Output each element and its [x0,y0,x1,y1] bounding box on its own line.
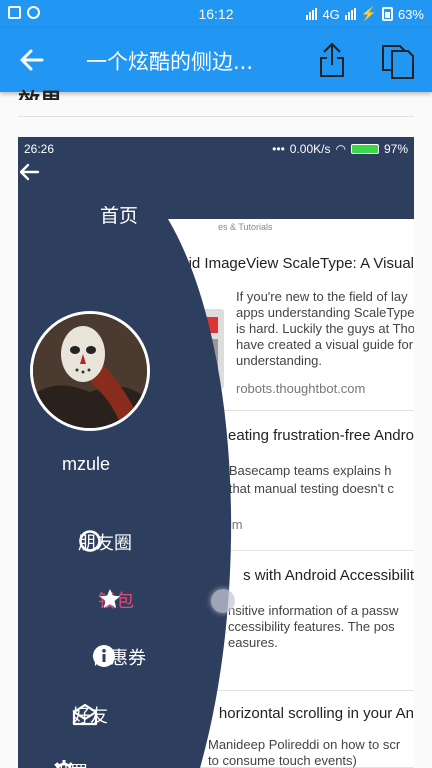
avatar-image [33,314,147,428]
card-line: apps understanding ScaleType [236,305,414,320]
status-indicators: 4G ⚡ 63% [306,6,424,22]
status-bar: 16:12 4G ⚡ 63% [0,0,432,28]
drawer-item-moments[interactable]: 朋友圈 [78,529,132,555]
charging-icon: ⚡ [360,6,377,21]
card-line: If you're new to the field of lay [236,289,408,304]
card-line: e Basecamp teams explains h [218,463,392,478]
app-screen: 16:12 4G ⚡ 63% 一个炫酷的侧边... 效果 26:26 [0,0,432,768]
wifi-icon: ◠ [335,142,346,156]
card-line: nsitive information of a passw [228,603,399,618]
battery-level: 63% [397,6,424,22]
avatar[interactable] [30,311,150,431]
card-line: Manideep Polireddi on how to scr [208,737,401,752]
card-line: have created a visual guide for [236,337,414,352]
app-toolbar: 一个炫酷的侧边... [0,28,432,92]
arrow-left-icon[interactable] [18,46,46,74]
more-dots-icon: ••• [272,142,285,156]
signal-icon-2 [344,8,356,20]
card-line: understanding. [236,353,323,368]
card-link[interactable]: com [218,517,243,532]
network-type: 4G [322,6,340,22]
card-link[interactable]: robots.thoughtbot.com [236,381,365,396]
drawer-item-friends[interactable]: 好友 [72,702,108,728]
divider [18,116,414,117]
network-speed: 0.00K/s [289,142,331,156]
card-thumbnail [194,309,224,389]
card-line: ccessibility features. The pos [228,619,395,634]
circle-icon [79,530,101,552]
star-icon [100,589,120,608]
share-icon[interactable] [316,41,348,79]
embedded-time: 26:26 [24,142,55,156]
embedded-screenshot: 26:26 ••• 0.00K/s ◠ 97% es & Tutorials o… [18,137,414,768]
battery-icon [350,144,379,154]
arrow-left-icon[interactable] [18,161,40,183]
drawer-title: 首页 [100,205,139,227]
card-line: is hard. Luckily the guys at Tho [236,321,414,336]
info-icon [93,645,115,667]
copy-icon[interactable] [380,40,416,80]
embedded-status-bar: 26:26 ••• 0.00K/s ◠ 97% [18,137,414,161]
page-title: 一个炫酷的侧边... [86,50,254,74]
username: mzule [62,454,111,474]
card-title: oid ImageView ScaleType: A Visual [180,255,414,272]
touch-ripple [211,589,235,613]
list-item[interactable]: s with Android Accessibilit nsitive info… [18,551,414,691]
article-feed: es & Tutorials oid ImageView ScaleType: … [18,219,414,768]
embedded-battery: 97% [383,142,408,156]
card-title: s with Android Accessibilit [243,567,414,584]
gear-icon [55,760,73,768]
feed-breadcrumb: es & Tutorials [18,219,414,239]
drawer-item-wallet[interactable]: 钱包 [98,587,134,613]
card-line: easures. [228,635,278,650]
card-line: to consume touch events) [208,753,357,768]
card-line: o that manual testing doesn't c [218,481,394,496]
mail-open-icon [72,703,98,726]
drawer-item-coupons[interactable]: 优惠券 [92,644,146,670]
embedded-toolbar [18,161,414,219]
battery-icon [381,7,393,21]
drawer-item-settings[interactable]: 设置 [52,759,88,768]
article-heading: 效果 [18,84,98,100]
signal-icon [306,8,318,20]
embedded-status-indicators: ••• 0.00K/s ◠ 97% [272,142,408,156]
